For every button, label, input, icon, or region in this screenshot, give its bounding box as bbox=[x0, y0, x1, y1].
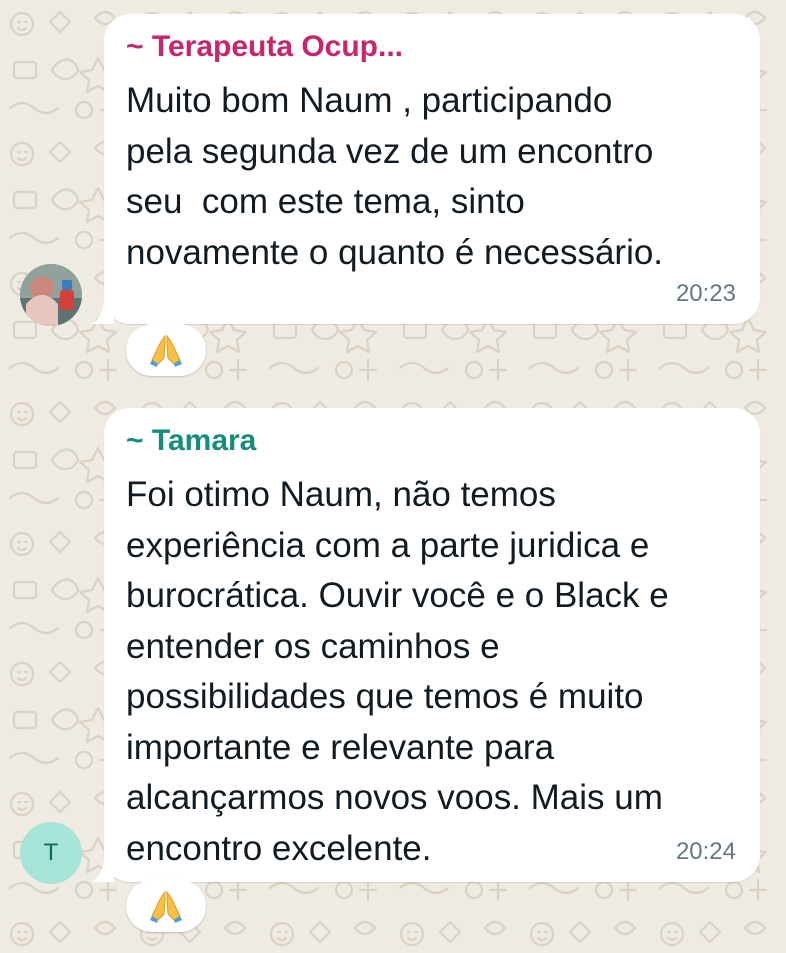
folded-hands-emoji-icon bbox=[150, 890, 182, 923]
sender-name[interactable]: ~ Terapeuta Ocup... bbox=[126, 30, 403, 64]
bubble-tail bbox=[92, 298, 114, 324]
bubble-tail bbox=[92, 856, 114, 882]
sender-avatar-photo[interactable] bbox=[20, 264, 82, 326]
message-timestamp: 20:23 bbox=[675, 280, 736, 307]
avatar-photo-image bbox=[20, 264, 82, 326]
message-text: Muito bom Naum , participando pela segun… bbox=[126, 81, 664, 272]
message-text: Foi otimo Naum, não temos experiência co… bbox=[126, 475, 669, 868]
sender-avatar-letter[interactable]: T bbox=[20, 822, 82, 884]
message-bubble[interactable]: ~ Terapeuta Ocup... Muito bom Naum , par… bbox=[92, 14, 760, 324]
message-bubble[interactable]: ~ Tamara Foi otimo Naum, não temos exper… bbox=[92, 408, 760, 882]
folded-hands-emoji-icon bbox=[150, 334, 182, 367]
message-reaction[interactable] bbox=[126, 880, 206, 932]
sender-name[interactable]: ~ Tamara bbox=[126, 424, 256, 458]
message-timestamp: 20:24 bbox=[675, 838, 736, 865]
message-reaction[interactable] bbox=[126, 324, 206, 376]
